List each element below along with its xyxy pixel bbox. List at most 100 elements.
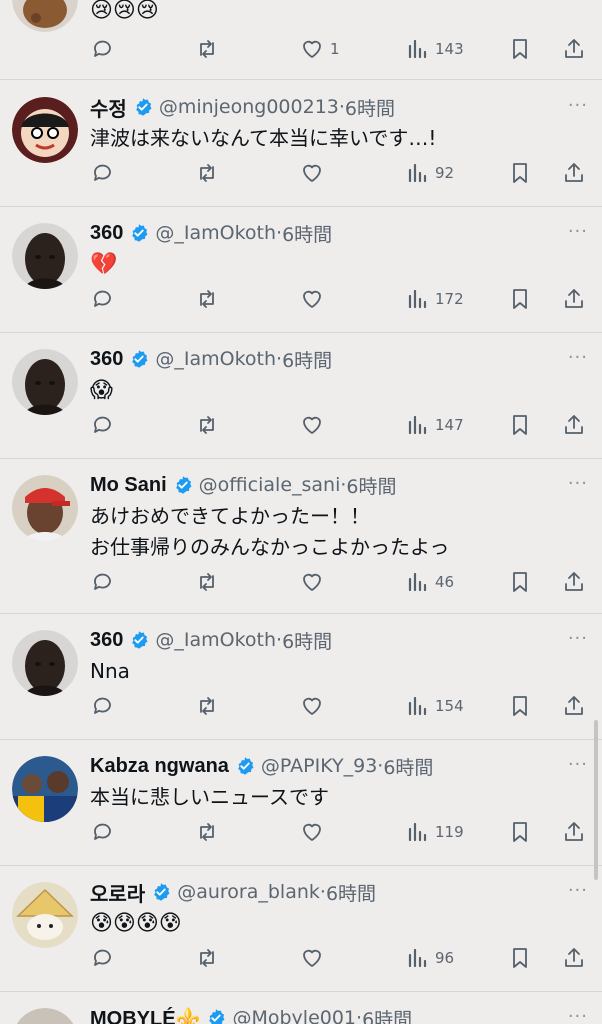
timestamp[interactable]: 6時間 [383,753,433,780]
avatar[interactable] [12,349,78,415]
bookmark-button[interactable] [508,285,532,313]
user-handle[interactable]: @officiale_sani [199,474,341,496]
retweet-button[interactable] [195,35,219,63]
like-button[interactable] [300,944,324,972]
avatar[interactable] [12,223,78,289]
user-handle[interactable]: @_IamOkoth [155,222,276,244]
like-button[interactable] [300,285,324,313]
retweet-button[interactable] [195,159,219,187]
tweet[interactable]: 오로라 @aurora_blank · 6時間 ··· 😰😰😰😰 96 [0,866,602,992]
reply-button[interactable] [91,818,115,846]
avatar[interactable] [12,1008,78,1024]
timestamp[interactable]: 6時間 [282,627,332,654]
tweet[interactable]: 360 @_IamOkoth · 6時間 ··· 😱 147 [0,333,602,459]
bookmark-button[interactable] [508,159,532,187]
retweet-button[interactable] [195,692,219,720]
reply-button[interactable] [91,411,115,439]
bookmark-button[interactable] [508,35,532,63]
like-button[interactable] [300,411,324,439]
timestamp[interactable]: 6時間 [282,346,332,373]
share-button[interactable] [562,159,586,187]
display-name[interactable]: 수정 [90,93,127,122]
more-icon[interactable]: ··· [568,95,588,116]
display-name[interactable]: 360 [90,348,123,371]
like-button[interactable]: 1 [300,35,340,63]
share-button[interactable] [562,818,586,846]
views-button[interactable]: 119 [405,818,464,846]
share-button[interactable] [562,285,586,313]
more-icon[interactable]: ··· [568,347,588,368]
display-name[interactable]: 360 [90,629,123,652]
like-button[interactable] [300,692,324,720]
views-button[interactable]: 172 [405,285,464,313]
views-button[interactable]: 147 [405,411,464,439]
retweet-button[interactable] [195,568,219,596]
more-icon[interactable]: ··· [568,473,588,494]
tweet-partial-top[interactable]: 😢😢😢 1 143 [0,0,602,80]
display-name[interactable]: Mo Sani [90,474,167,497]
retweet-button[interactable] [195,944,219,972]
like-button[interactable] [300,818,324,846]
like-button[interactable] [300,159,324,187]
more-icon[interactable]: ··· [568,221,588,242]
tweet[interactable]: Mo Sani @officiale_sani · 6時間 ··· あけおめできて… [0,459,602,614]
reply-button[interactable] [91,35,115,63]
views-button[interactable]: 92 [405,159,454,187]
display-name[interactable]: 오로라 [90,878,145,907]
bookmark-button[interactable] [508,568,532,596]
avatar[interactable] [12,630,78,696]
retweet-button[interactable] [195,285,219,313]
tweet[interactable]: 360 @_IamOkoth · 6時間 ··· 💔 172 [0,207,602,333]
user-handle[interactable]: @PAPIKY_93 [261,755,377,777]
avatar[interactable] [12,756,78,822]
user-handle[interactable]: @Mobyle001 [232,1007,356,1024]
share-button[interactable] [562,692,586,720]
like-button[interactable] [300,568,324,596]
display-name[interactable]: Kabza ngwana [90,755,229,778]
display-name[interactable]: 360 [90,222,123,245]
more-icon[interactable]: ··· [568,1006,588,1024]
timestamp[interactable]: 6時間 [346,472,396,499]
timestamp[interactable]: 6時間 [282,220,332,247]
tweet[interactable]: 360 @_IamOkoth · 6時間 ··· Nna 154 [0,614,602,740]
retweet-button[interactable] [195,411,219,439]
avatar[interactable] [12,475,78,541]
user-handle[interactable]: @_IamOkoth [155,348,276,370]
share-button[interactable] [562,568,586,596]
reply-button[interactable] [91,568,115,596]
tweet[interactable]: MOBYLÉ⚜️ @Mobyle001 · 6時間 ··· [0,992,602,1024]
user-handle[interactable]: @_IamOkoth [155,629,276,651]
reply-button[interactable] [91,692,115,720]
avatar[interactable] [12,882,78,948]
more-icon[interactable]: ··· [568,880,588,901]
tweet[interactable]: 수정 @minjeong000213 · 6時間 ··· 津波は来ないなんて本当に… [0,81,602,207]
tweet[interactable]: Kabza ngwana @PAPIKY_93 · 6時間 ··· 本当に悲しいニ… [0,740,602,866]
avatar[interactable] [12,97,78,163]
timestamp[interactable]: 6時間 [326,879,376,906]
display-name[interactable]: MOBYLÉ⚜️ [90,1006,200,1024]
retweet-button[interactable] [195,818,219,846]
scrollbar[interactable] [594,720,598,880]
bookmark-button[interactable] [508,411,532,439]
reply-button[interactable] [91,159,115,187]
share-icon [562,694,586,718]
user-handle[interactable]: @minjeong000213 [159,96,339,118]
views-button[interactable]: 96 [405,944,454,972]
reply-button[interactable] [91,285,115,313]
views-button[interactable]: 154 [405,692,464,720]
views-button[interactable]: 143 [405,35,464,63]
share-button[interactable] [562,944,586,972]
views-button[interactable]: 46 [405,568,454,596]
bookmark-button[interactable] [508,818,532,846]
avatar[interactable] [12,0,78,32]
timestamp[interactable]: 6時間 [345,94,395,121]
bookmark-button[interactable] [508,692,532,720]
more-icon[interactable]: ··· [568,754,588,775]
more-icon[interactable]: ··· [568,628,588,649]
share-button[interactable] [562,35,586,63]
bookmark-button[interactable] [508,944,532,972]
user-handle[interactable]: @aurora_blank [177,881,320,903]
reply-button[interactable] [91,944,115,972]
timestamp[interactable]: 6時間 [362,1005,412,1024]
share-button[interactable] [562,411,586,439]
